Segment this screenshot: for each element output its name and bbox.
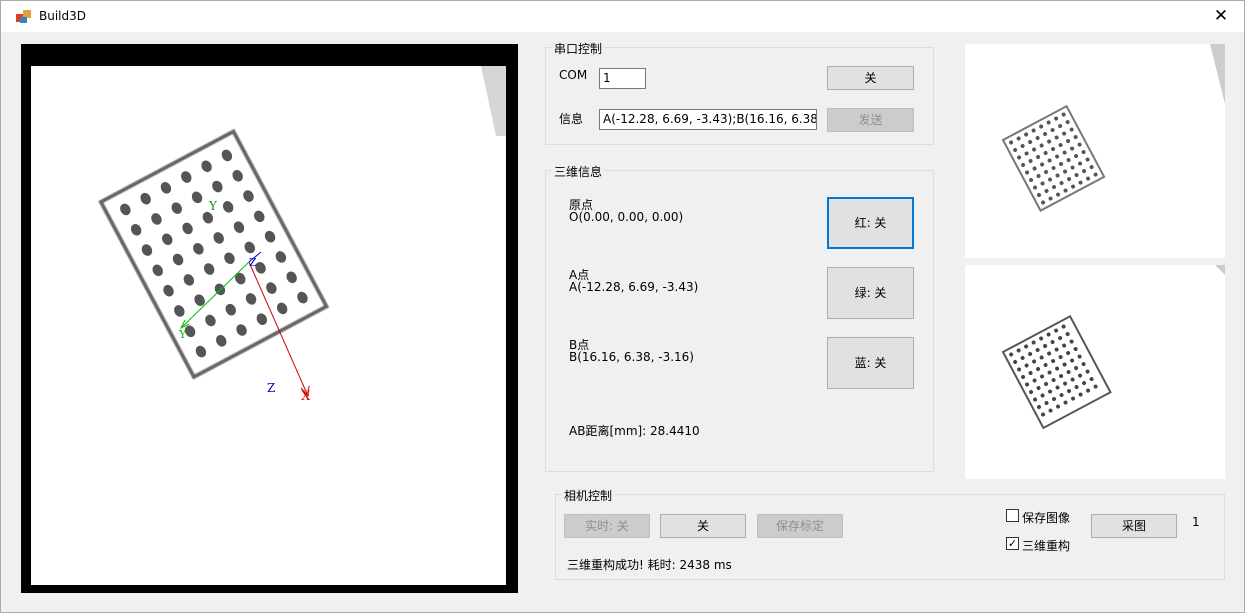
com-label: COM bbox=[559, 68, 588, 82]
serial-control-group: 串口控制 COM 1 关 信息 A(-12.28, 6.69, -3.43);B… bbox=[545, 40, 934, 145]
send-button[interactable]: 发送 bbox=[827, 108, 914, 132]
camera-group-label: 相机控制 bbox=[562, 487, 615, 504]
close-icon[interactable]: ✕ bbox=[1210, 5, 1232, 27]
app-window: Build3D ✕ X Y Z Y Z 串口控制 COM 1 关 信息 A(-1… bbox=[0, 0, 1245, 613]
info3d-group-label: 三维信息 bbox=[552, 163, 605, 180]
blue-toggle-button[interactable]: 蓝: 关 bbox=[827, 337, 914, 389]
reconstruct-label: 三维重构 bbox=[1022, 539, 1071, 553]
serial-close-button[interactable]: 关 bbox=[827, 66, 914, 90]
camera-control-group: 相机控制 实时: 关 关 保存标定 三维重构成功! 耗时: 2438 ms 保存… bbox=[555, 487, 1225, 580]
axis-y-label: Y bbox=[178, 328, 187, 341]
app-icon bbox=[16, 10, 31, 23]
realtime-button[interactable]: 实时: 关 bbox=[564, 514, 650, 538]
camera-image: X Y Z Y Z bbox=[31, 66, 506, 585]
preview-left-camera bbox=[965, 44, 1225, 258]
main-camera-view: X Y Z Y Z bbox=[21, 44, 518, 593]
camera-close-button[interactable]: 关 bbox=[660, 514, 746, 538]
info-input[interactable]: A(-12.28, 6.69, -3.43);B(16.16, 6.38, bbox=[599, 109, 817, 130]
serial-group-label: 串口控制 bbox=[552, 40, 605, 57]
calibration-board-image: X Y Z Y Z bbox=[98, 66, 506, 404]
info-label: 信息 bbox=[559, 112, 584, 126]
save-calibration-button[interactable]: 保存标定 bbox=[757, 514, 843, 538]
save-image-label: 保存图像 bbox=[1022, 511, 1071, 525]
info3d-group: 三维信息 原点 O(0.00, 0.00, 0.00) A点 A(-12.28,… bbox=[545, 163, 934, 472]
preview-right-camera bbox=[965, 265, 1225, 479]
camera-status-text: 三维重构成功! 耗时: 2438 ms bbox=[567, 558, 732, 572]
origin-value: O(0.00, 0.00, 0.00) bbox=[569, 210, 684, 224]
preview-left-image bbox=[1001, 44, 1225, 212]
save-image-checkbox[interactable] bbox=[1006, 509, 1019, 522]
a-value: A(-12.28, 6.69, -3.43) bbox=[569, 280, 699, 294]
b-value: B(16.16, 6.38, -3.16) bbox=[569, 350, 694, 364]
title-bar: Build3D ✕ bbox=[1, 1, 1244, 32]
capture-button[interactable]: 采图 bbox=[1091, 514, 1177, 538]
axis-z-label: Z bbox=[249, 256, 257, 269]
preview-right-image bbox=[1001, 265, 1225, 430]
capture-count: 1 bbox=[1192, 515, 1200, 529]
green-toggle-button[interactable]: 绿: 关 bbox=[827, 267, 914, 319]
marker-y-top: Y bbox=[208, 199, 218, 213]
reconstruct-checkbox[interactable]: ✓ bbox=[1006, 537, 1019, 550]
axis-x-label: X bbox=[301, 389, 311, 404]
red-toggle-button[interactable]: 红: 关 bbox=[827, 197, 914, 249]
marker-z-bottom: Z bbox=[267, 381, 275, 395]
ab-distance: AB距离[mm]: 28.4410 bbox=[569, 424, 700, 438]
window-title: Build3D bbox=[39, 9, 86, 23]
com-input[interactable]: 1 bbox=[599, 68, 646, 89]
